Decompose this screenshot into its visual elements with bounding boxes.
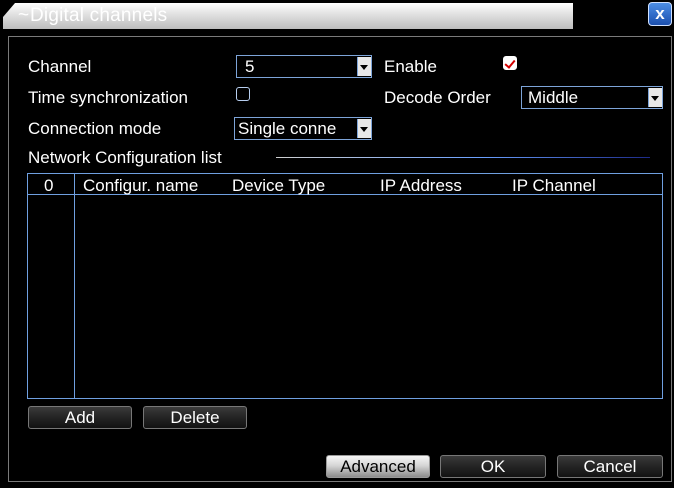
section-divider bbox=[276, 157, 650, 158]
dialog-title: Digital channels bbox=[30, 5, 168, 26]
col-ip-address-header: IP Address bbox=[380, 176, 462, 195]
title-prefix-glyph: ~ bbox=[18, 5, 30, 26]
add-button[interactable]: Add bbox=[28, 406, 132, 429]
channel-label: Channel bbox=[28, 57, 92, 76]
close-icon[interactable]: x bbox=[655, 4, 664, 23]
channel-value: 5 bbox=[245, 57, 255, 76]
chevron-down-icon[interactable] bbox=[357, 119, 371, 138]
col-index-header: 0 bbox=[44, 176, 54, 195]
cancel-button[interactable]: Cancel bbox=[557, 455, 663, 478]
col-device-type-header: Device Type bbox=[232, 176, 326, 195]
col-ip-channel-header: IP Channel bbox=[512, 176, 596, 195]
column-divider bbox=[74, 173, 75, 399]
advanced-button[interactable]: Advanced bbox=[326, 455, 430, 478]
network-config-table[interactable] bbox=[27, 173, 663, 399]
connection-mode-select[interactable]: Single conne bbox=[234, 117, 372, 140]
col-config-name-header: Configur. name bbox=[83, 176, 199, 195]
connection-mode-label: Connection mode bbox=[28, 119, 162, 138]
enable-label: Enable bbox=[384, 57, 437, 76]
network-list-label: Network Configuration list bbox=[28, 148, 222, 167]
chevron-down-icon[interactable] bbox=[648, 88, 662, 107]
close-button[interactable]: x bbox=[648, 2, 672, 26]
enable-checkbox[interactable] bbox=[503, 56, 517, 70]
connection-mode-value: Single conne bbox=[238, 119, 337, 138]
decode-order-label: Decode Order bbox=[384, 88, 491, 107]
channel-select[interactable]: 5 bbox=[236, 55, 372, 78]
chevron-down-icon[interactable] bbox=[357, 57, 371, 76]
time-sync-label: Time synchronization bbox=[28, 88, 188, 107]
ok-button[interactable]: OK bbox=[440, 455, 546, 478]
decode-order-select[interactable]: Middle bbox=[521, 86, 663, 109]
decode-order-value: Middle bbox=[528, 88, 579, 107]
delete-button[interactable]: Delete bbox=[143, 406, 247, 429]
time-sync-checkbox[interactable] bbox=[236, 87, 250, 101]
